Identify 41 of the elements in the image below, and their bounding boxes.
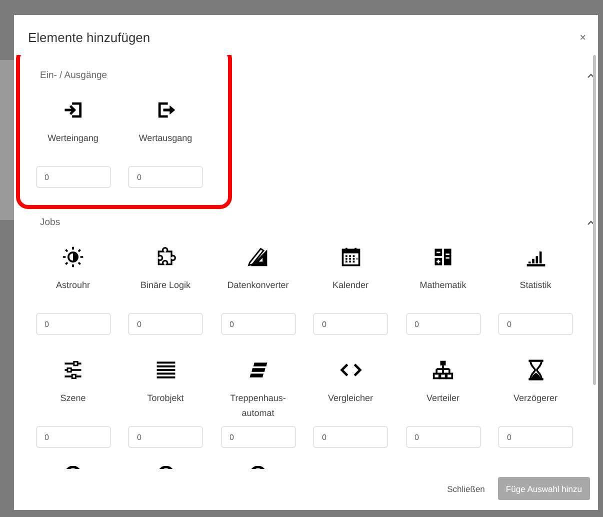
- count-field[interactable]: 0: [128, 166, 203, 188]
- element-label: Szene: [59, 392, 87, 405]
- scrollbar[interactable]: [593, 55, 596, 385]
- tree-icon: [432, 359, 454, 381]
- count-field[interactable]: 0: [498, 313, 573, 335]
- count-field[interactable]: 0: [313, 426, 388, 448]
- count-field[interactable]: 0: [128, 426, 203, 448]
- lines-icon: [154, 359, 176, 381]
- count-field[interactable]: 0: [406, 313, 480, 335]
- element-label: Verzögerer: [512, 392, 559, 405]
- ruler-icon: [247, 246, 269, 268]
- element-label: Treppenhaus-automat: [229, 392, 287, 420]
- sun-icon: [62, 246, 84, 268]
- count-field[interactable]: 0: [220, 426, 296, 448]
- element-label: Torobjekt: [146, 392, 185, 405]
- count-field[interactable]: 0: [36, 426, 110, 448]
- calendar-icon: [340, 246, 362, 268]
- calculator-icon: [432, 246, 454, 268]
- element-label: Statistik: [518, 279, 552, 292]
- section-title: Jobs: [40, 216, 60, 228]
- element-label: Binäre Logik: [139, 279, 192, 292]
- element-label: Vergleicher: [326, 392, 374, 405]
- count-field[interactable]: 0: [406, 426, 480, 448]
- close-text-button[interactable]: Schließen: [445, 480, 487, 498]
- element-label: Kalender: [331, 279, 370, 292]
- count-field[interactable]: 0: [128, 313, 203, 335]
- sliders-icon: [62, 359, 84, 381]
- count-field[interactable]: 0: [498, 426, 573, 448]
- element-label: Mathematik: [418, 279, 468, 292]
- element-label: Astrouhr: [54, 279, 91, 292]
- element-label: Werteingang: [46, 132, 100, 145]
- count-field[interactable]: 0: [313, 313, 388, 335]
- element-label: Verteiler: [425, 392, 461, 405]
- element-label: Datenkonverter: [226, 279, 290, 292]
- count-field[interactable]: 0: [36, 313, 110, 335]
- close-button[interactable]: ×: [580, 32, 586, 44]
- dialog-title: Elemente hinzufügen: [28, 30, 150, 45]
- section-title: Ein- / Ausgänge: [40, 70, 108, 80]
- count-field[interactable]: 0: [220, 313, 296, 335]
- count-field[interactable]: 0: [36, 166, 110, 188]
- element-label: Wertausgang: [138, 132, 194, 145]
